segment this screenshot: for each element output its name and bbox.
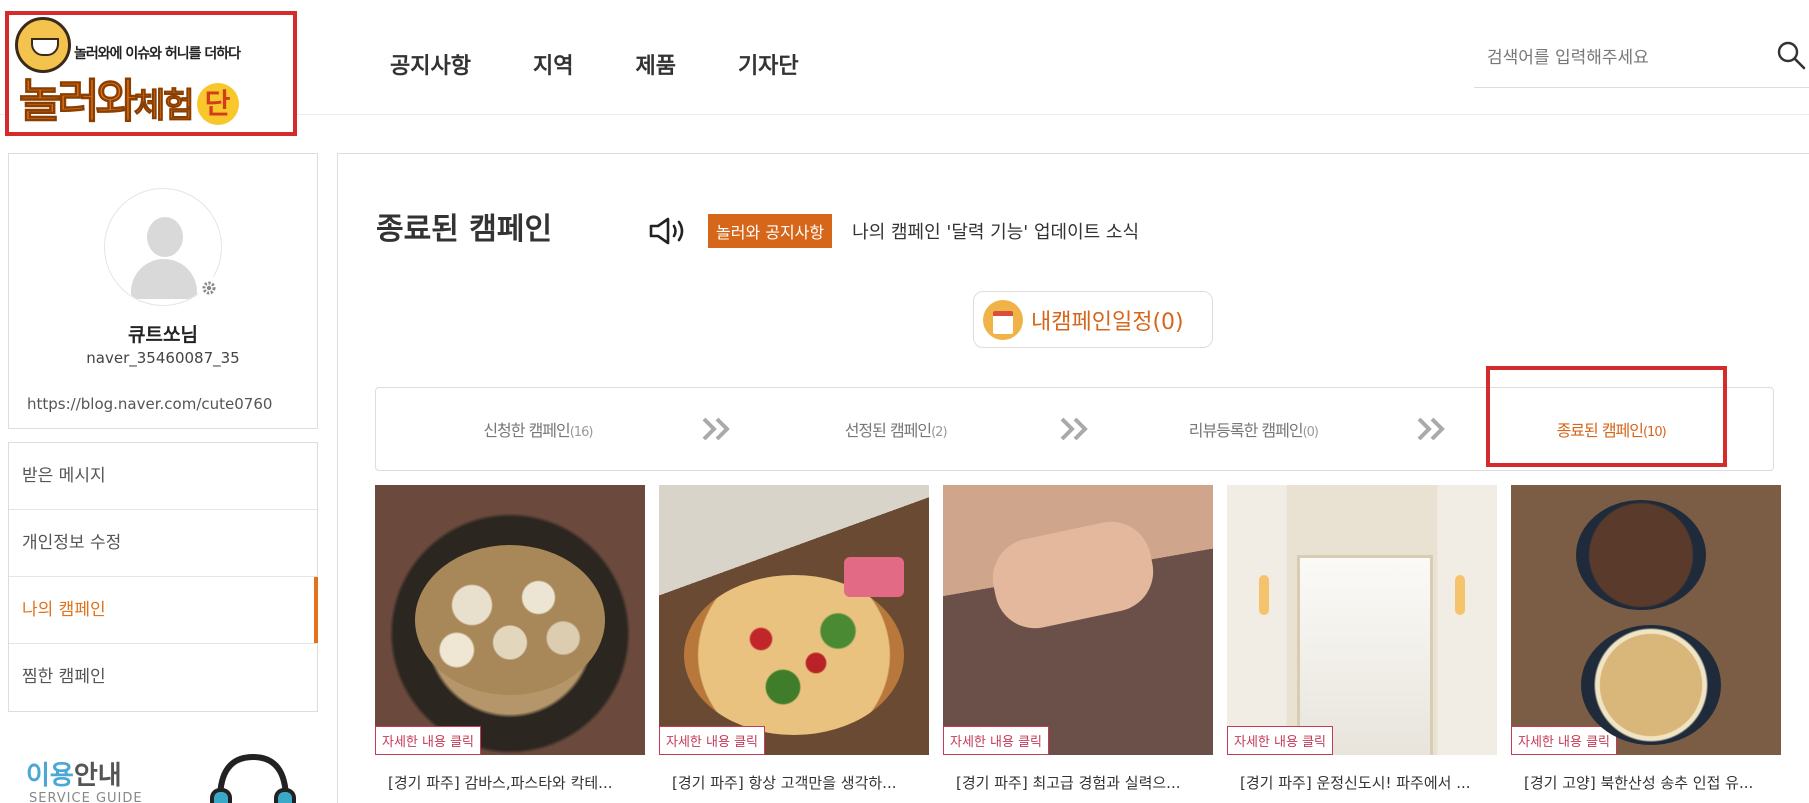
schedule-button-label: 내캠페인일정(0) <box>1031 309 1184 335</box>
side-item-profile-edit[interactable]: 개인정보 수정 <box>9 510 317 577</box>
avatar-body <box>131 259 197 299</box>
campaign-card[interactable]: 자세한 내용 클릭 [경기 파주] 최고급 경험과 실력으... <box>943 485 1213 793</box>
notice-tag: 놀러와 공지사항 <box>708 214 833 248</box>
search-box <box>1474 30 1809 88</box>
speaker-icon <box>649 217 684 245</box>
campaign-card-image[interactable]: 자세한 내용 클릭 <box>659 485 929 755</box>
gear-icon[interactable] <box>197 276 221 300</box>
calendar-icon <box>983 299 1023 340</box>
card-detail-tag[interactable]: 자세한 내용 클릭 <box>1511 726 1617 755</box>
guide-title-rest: 안내 <box>73 761 122 791</box>
card-detail-tag[interactable]: 자세한 내용 클릭 <box>659 726 765 755</box>
double-chevron-right-icon <box>1060 417 1088 441</box>
logo-brand-main: 놀러와 <box>19 74 139 129</box>
campaign-card-image[interactable]: 자세한 내용 클릭 <box>943 485 1213 755</box>
headset-icon <box>210 753 296 803</box>
side-item-wishlist[interactable]: 찜한 캠페인 <box>9 644 317 711</box>
step-selected[interactable]: 선정된 캠페인(2) <box>734 417 1058 441</box>
step-selected-count: (2) <box>931 425 947 440</box>
nav-notice[interactable]: 공지사항 <box>390 48 471 80</box>
my-campaign-schedule-button[interactable]: 내캠페인일정(0) <box>973 291 1213 348</box>
profile-name: 큐트쏘님 <box>128 324 198 346</box>
profile-id: naver_35460087_35 <box>86 349 240 367</box>
guide-title: 이용안내 <box>26 755 122 792</box>
logo-brand: 놀러와체험 단 <box>19 65 239 131</box>
search-icon[interactable] <box>1776 40 1806 70</box>
step-applied[interactable]: 신청한 캠페인(16) <box>376 417 700 441</box>
notice-text[interactable]: 나의 캠페인 '달력 기능' 업데이트 소식 <box>852 218 1139 244</box>
page-title: 종료된 캠페인 <box>376 212 553 247</box>
campaign-card-title[interactable]: [경기 고양] 북한산성 송추 인접 유... <box>1511 772 1769 793</box>
campaign-card-title[interactable]: [경기 파주] 최고급 경험과 실력으... <box>943 772 1201 793</box>
campaign-card-title[interactable]: [경기 파주] 항상 고객만을 생각하... <box>659 772 917 793</box>
step-applied-label: 신청한 캠페인 <box>483 421 570 440</box>
card-detail-tag[interactable]: 자세한 내용 클릭 <box>943 726 1049 755</box>
side-item-my-campaign[interactable]: 나의 캠페인 <box>9 577 318 644</box>
double-chevron-right-icon <box>702 417 730 441</box>
card-detail-tag[interactable]: 자세한 내용 클릭 <box>1227 726 1333 755</box>
nav-region[interactable]: 지역 <box>533 48 573 80</box>
campaign-card-image[interactable]: 자세한 내용 클릭 <box>375 485 645 755</box>
notice-bar[interactable]: 놀러와 공지사항 나의 캠페인 '달력 기능' 업데이트 소식 <box>648 214 1139 248</box>
service-guide[interactable]: 이용안내 SERVICE GUIDE <box>8 745 318 803</box>
step-selected-label: 선정된 캠페인 <box>844 421 932 440</box>
side-menu: 받은 메시지 개인정보 수정 나의 캠페인 찜한 캠페인 <box>8 442 318 712</box>
campaign-card[interactable]: 자세한 내용 클릭 [경기 파주] 감바스,파스타와 칵테... <box>375 485 645 793</box>
main-nav: 공지사항 지역 제품 기자단 <box>390 48 799 80</box>
highlight-annotation-box <box>1486 366 1727 467</box>
step-reviewed-count: (0) <box>1302 425 1319 440</box>
campaign-card-list: 자세한 내용 클릭 [경기 파주] 감바스,파스타와 칵테... 자세한 내용 … <box>375 485 1781 793</box>
profile-card: 큐트쏘님 naver_35460087_35 https://blog.nave… <box>8 153 318 429</box>
guide-title-accent: 이용 <box>26 761 74 791</box>
campaign-card-image[interactable]: 자세한 내용 클릭 <box>1511 485 1781 755</box>
campaign-card[interactable]: 자세한 내용 클릭 [경기 고양] 북한산성 송추 인접 유... <box>1511 485 1781 793</box>
campaign-card-title[interactable]: [경기 파주] 감바스,파스타와 칵테... <box>375 772 633 793</box>
nav-product[interactable]: 제품 <box>635 48 675 80</box>
profile-blog-url[interactable]: https://blog.naver.com/cute0760 <box>27 395 299 413</box>
card-detail-tag[interactable]: 자세한 내용 클릭 <box>375 726 481 755</box>
step-reviewed[interactable]: 리뷰등록한 캠페인(0) <box>1092 417 1416 441</box>
main-content: 종료된 캠페인 놀러와 공지사항 나의 캠페인 '달력 기능' 업데이트 소식 … <box>337 153 1809 803</box>
campaign-card[interactable]: 자세한 내용 클릭 [경기 파주] 운정신도시! 파주에서 ... <box>1227 485 1497 793</box>
search-input[interactable] <box>1487 42 1757 74</box>
nav-reporters[interactable]: 기자단 <box>738 48 799 80</box>
logo-tagline: 놀러와에 이슈와 허니를 더하다 <box>74 46 241 62</box>
campaign-card[interactable]: 자세한 내용 클릭 [경기 파주] 항상 고객만을 생각하... <box>659 485 929 793</box>
double-chevron-right-icon <box>1417 417 1446 441</box>
logo-brand-badge: 단 <box>196 83 239 125</box>
guide-subtitle: SERVICE GUIDE <box>29 791 143 803</box>
step-applied-count: (16) <box>569 425 594 440</box>
side-item-messages[interactable]: 받은 메시지 <box>9 443 317 510</box>
campaign-card-title[interactable]: [경기 파주] 운정신도시! 파주에서 ... <box>1227 772 1485 793</box>
avatar-head <box>147 217 183 257</box>
logo-brand-small: 체험 <box>133 86 195 127</box>
campaign-card-image[interactable]: 자세한 내용 클릭 <box>1227 485 1497 755</box>
step-reviewed-label: 리뷰등록한 캠페인 <box>1188 421 1304 440</box>
site-logo[interactable]: 놀러와에 이슈와 허니를 더하다 놀러와체험 단 <box>5 11 297 136</box>
